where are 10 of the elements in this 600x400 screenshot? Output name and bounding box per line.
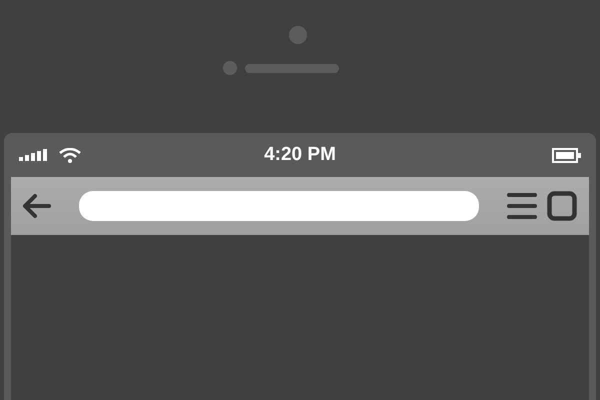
signal-icon [19, 149, 50, 161]
tabs-button[interactable] [547, 191, 577, 221]
address-field[interactable] [79, 191, 479, 221]
camera-dot [289, 26, 307, 44]
menu-button[interactable] [507, 192, 537, 220]
wifi-icon [59, 148, 81, 162]
battery-icon [552, 148, 581, 162]
back-button[interactable] [21, 193, 53, 219]
status-time: 4:20 PM [264, 144, 336, 166]
sensor-dot [223, 61, 237, 75]
